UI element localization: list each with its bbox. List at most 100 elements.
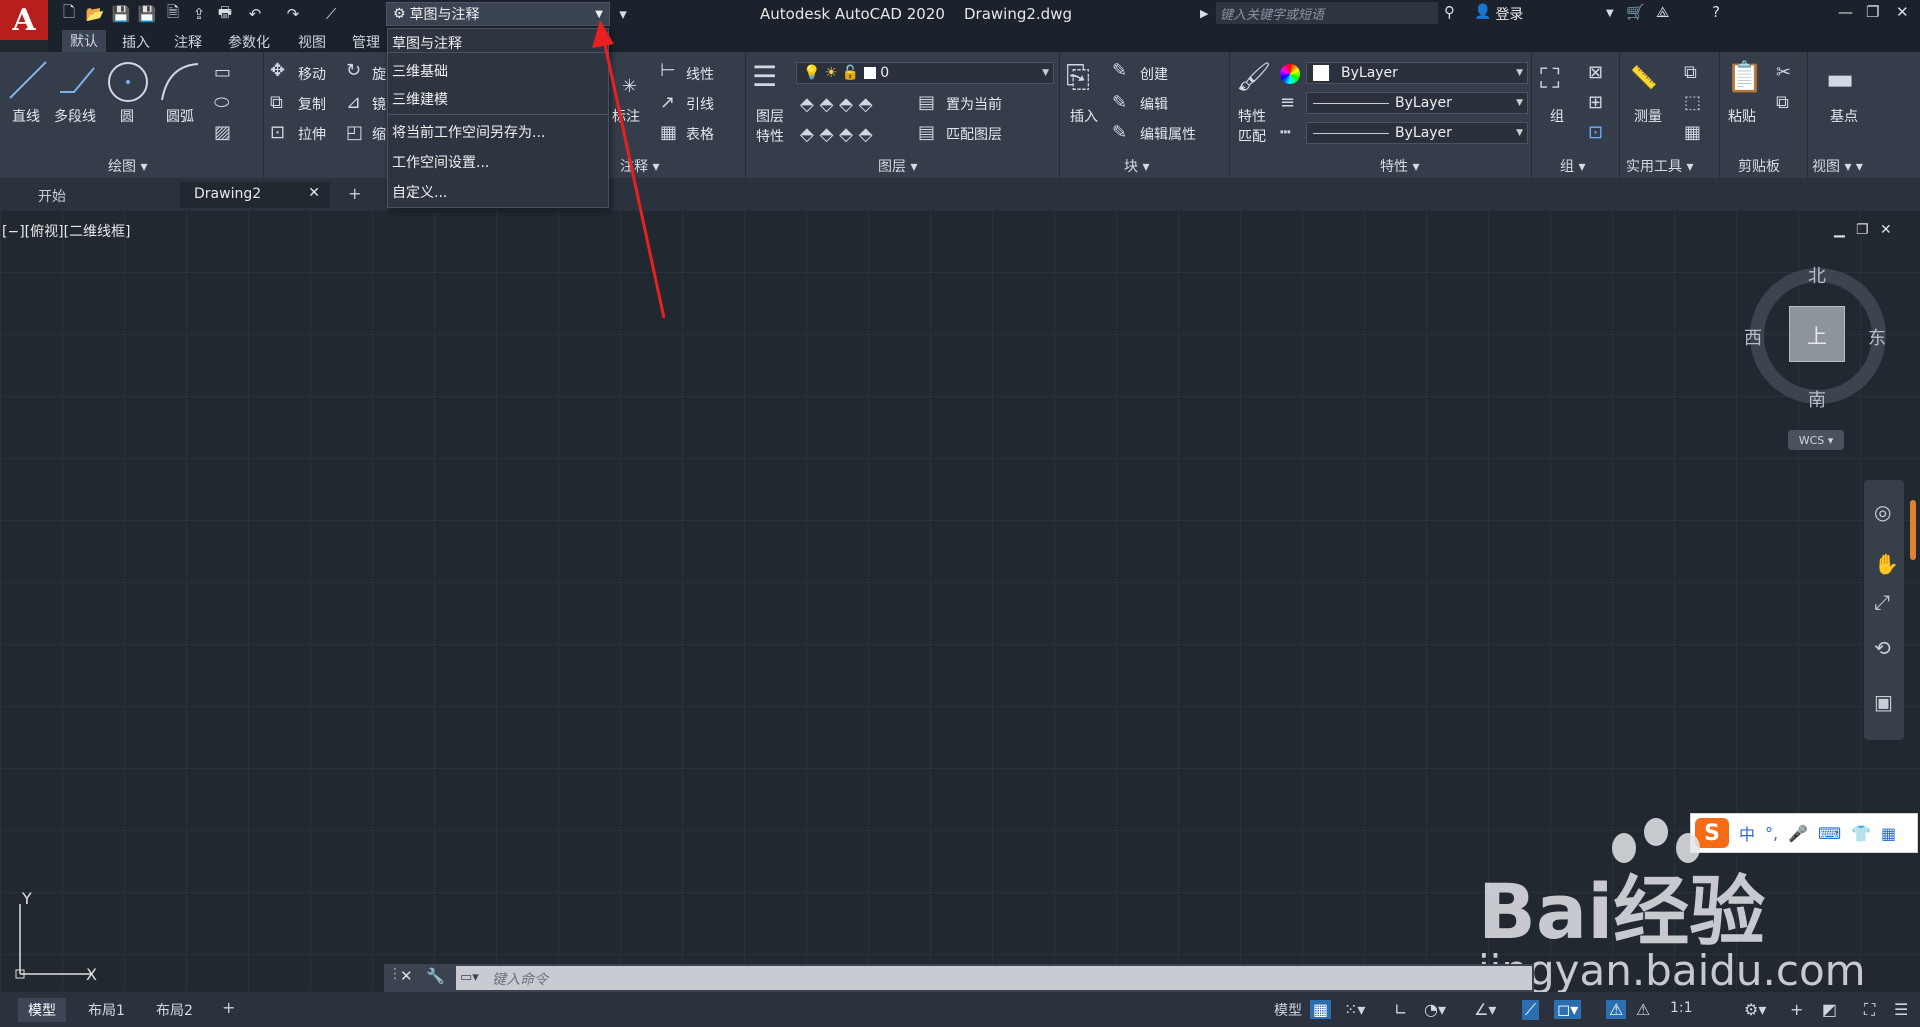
rotate-tool[interactable]: 旋 — [372, 64, 386, 84]
view-panel-title[interactable]: 视图 ▾ ▾ — [1812, 156, 1863, 176]
wcs-menu[interactable]: WCS ▾ — [1788, 430, 1844, 450]
plot-icon[interactable]: 🖶 — [214, 3, 236, 25]
compass-west[interactable]: 西 — [1744, 324, 1762, 350]
zoom-extents-icon[interactable]: ⤢ — [1874, 590, 1890, 614]
open-icon[interactable]: 📂 — [84, 3, 106, 25]
command-close-icon[interactable]: ✕ — [400, 967, 413, 985]
table-tool[interactable]: 表格 — [686, 124, 714, 144]
menu-item-customize[interactable]: 自定义... — [392, 182, 447, 202]
set-current-tool[interactable]: 置为当前 — [946, 94, 1002, 114]
annotation-scale[interactable]: 1:1 — [1670, 1000, 1693, 1016]
add-layout-icon[interactable]: + — [222, 998, 235, 1017]
apps-grid-icon[interactable]: ▦ — [1881, 824, 1896, 843]
cut-icon[interactable]: ✂ — [1776, 62, 1791, 83]
osnap-icon[interactable]: ◻▾ — [1554, 1000, 1582, 1019]
create-block-tool[interactable]: 创建 — [1140, 64, 1168, 84]
microphone-icon[interactable]: 🎤 — [1788, 824, 1808, 843]
block-panel-title[interactable]: 块 ▾ — [1124, 156, 1149, 176]
draw-panel-title[interactable]: 绘图 ▾ — [108, 156, 147, 176]
share-icon[interactable]: ⇪ — [188, 3, 210, 25]
tab-drawing2[interactable]: Drawing2 ✕ — [180, 182, 330, 208]
command-input[interactable]: 键入命令 — [456, 966, 1532, 990]
fullscreen-icon[interactable]: ⛶ — [1864, 1000, 1875, 1020]
cart-icon[interactable]: 🛒 — [1626, 3, 1645, 21]
groups-panel-title[interactable]: 组 ▾ — [1560, 156, 1585, 176]
compass-south[interactable]: 南 — [1808, 386, 1826, 412]
viewport-controls[interactable]: [−][俯视][二维线框] — [2, 221, 131, 241]
keyboard-icon[interactable]: ⌨ — [1818, 824, 1841, 843]
select-all-icon[interactable]: ⬚ — [1684, 92, 1701, 113]
layout-tab-model[interactable]: 模型 — [18, 998, 66, 1022]
edit-block-tool[interactable]: 编辑 — [1140, 94, 1168, 114]
linetype-dropdown[interactable]: ByLayer ▼ — [1306, 122, 1528, 144]
quick-select-icon[interactable]: ⧉ — [1684, 62, 1697, 83]
menu-item-save-workspace[interactable]: 将当前工作空间另存为... — [392, 122, 545, 142]
grid-icon[interactable]: ▦ — [1310, 1000, 1332, 1019]
menu-item-3d-basics[interactable]: 三维基础 — [392, 61, 448, 81]
ime-toolbar[interactable]: S 中 °, 🎤 ⌨ 👕 ▦ — [1690, 813, 1918, 853]
snap-icon[interactable]: ⁙▾ — [1344, 1000, 1365, 1019]
new-tab-icon[interactable]: + — [348, 184, 361, 203]
layer-tools-row2-icon[interactable]: ⬘ ⬘ ⬘ ⬘ — [800, 124, 873, 145]
customization-menu-icon[interactable]: ☰ — [1894, 1000, 1908, 1019]
osnap-tracking-icon[interactable]: ∠▾ — [1474, 1000, 1496, 1019]
copy-clip-icon[interactable]: ⧉ — [1776, 92, 1789, 113]
layers-panel-title[interactable]: 图层 ▾ — [878, 156, 917, 176]
showmotion-icon[interactable]: ▣ — [1874, 690, 1893, 714]
new-icon[interactable]: 🗋 — [58, 3, 80, 25]
punctuation-icon[interactable]: °, — [1765, 824, 1778, 843]
tab-parametric[interactable]: 参数化 — [228, 32, 270, 52]
copy-tool[interactable]: 复制 — [298, 94, 326, 114]
expand-icon[interactable]: ▶ — [1200, 7, 1208, 20]
binoculars-icon[interactable]: ⚲ — [1444, 3, 1455, 21]
command-customize-icon[interactable]: 🔧 — [426, 967, 445, 985]
line-tool[interactable]: 直线 — [12, 106, 40, 126]
open-web-icon[interactable]: 🗎 — [162, 3, 184, 25]
search-input[interactable]: 键入关键字或短语 — [1216, 2, 1438, 24]
tab-annotate[interactable]: 注释 — [174, 32, 202, 52]
model-space-toggle[interactable]: 模型 — [1274, 1000, 1302, 1020]
insert-block-tool[interactable]: 插入 — [1070, 106, 1098, 126]
close-tab-icon[interactable]: ✕ — [308, 185, 320, 201]
circle-tool[interactable]: 圆 — [120, 106, 134, 126]
layout-tab-1[interactable]: 布局1 — [78, 998, 135, 1022]
calculator-icon[interactable]: ▦ — [1684, 122, 1701, 143]
utilities-panel-title[interactable]: 实用工具 ▾ — [1626, 156, 1693, 176]
annotation-visibility-icon[interactable]: ⚠ — [1606, 1000, 1627, 1019]
layer-properties-label-1[interactable]: 图层 — [756, 106, 784, 126]
tab-start[interactable]: 开始 — [24, 182, 174, 208]
polar-icon[interactable]: ◔▾ — [1424, 1000, 1446, 1019]
tab-view[interactable]: 视图 — [298, 32, 326, 52]
steering-wheel-icon[interactable]: ◎ — [1874, 500, 1891, 524]
save-as-icon[interactable]: 💾 — [136, 3, 158, 25]
skin-icon[interactable]: 👕 — [1851, 824, 1871, 843]
color-dropdown[interactable]: ByLayer ▼ — [1306, 62, 1528, 84]
scroll-handle[interactable] — [1910, 500, 1916, 560]
menu-item-drafting[interactable]: 草图与注释 — [392, 33, 462, 53]
match-layer-tool[interactable]: 匹配图层 — [946, 124, 1002, 144]
auto-scale-icon[interactable]: ⚠ — [1636, 1000, 1650, 1019]
hatch-icon[interactable]: ▨ — [214, 122, 231, 143]
connect-icon[interactable]: ⟁ — [1656, 3, 1669, 21]
ortho-icon[interactable]: ∟ — [1394, 1000, 1407, 1019]
command-history-icon[interactable]: ▭▾ — [460, 970, 479, 985]
layer-tools-row1-icon[interactable]: ⬘ ⬘ ⬘ ⬘ — [800, 94, 873, 115]
measure-icon[interactable]: ⟋ — [320, 3, 342, 25]
measure-tool[interactable]: 测量 — [1634, 106, 1662, 126]
viewport-minimize-icon[interactable]: ▁ — [1834, 222, 1845, 238]
settings-gear-icon[interactable]: ⚙▾ — [1744, 1000, 1766, 1019]
group-tool[interactable]: 组 — [1550, 106, 1564, 126]
viewport-restore-icon[interactable]: ❐ — [1856, 222, 1869, 238]
viewcube-top-face[interactable]: 上 — [1789, 306, 1845, 362]
polyline-tool[interactable]: 多段线 — [54, 106, 96, 126]
restore-icon[interactable]: ❐ — [1866, 3, 1879, 21]
ellipse-icon[interactable]: ⬭ — [214, 92, 229, 113]
properties-panel-title[interactable]: 特性 ▾ — [1380, 156, 1419, 176]
ungroup-icon[interactable]: ⊠ — [1588, 62, 1603, 83]
plus-icon[interactable]: + — [1790, 1000, 1803, 1019]
save-icon[interactable]: 💾 — [110, 3, 132, 25]
isodraft-icon[interactable]: ⟋ — [1522, 1000, 1540, 1020]
tab-default[interactable]: 默认 — [62, 30, 106, 52]
login-button[interactable]: 👤 登录 — [1474, 4, 1523, 24]
redo-icon[interactable]: ↷ — [282, 3, 304, 25]
